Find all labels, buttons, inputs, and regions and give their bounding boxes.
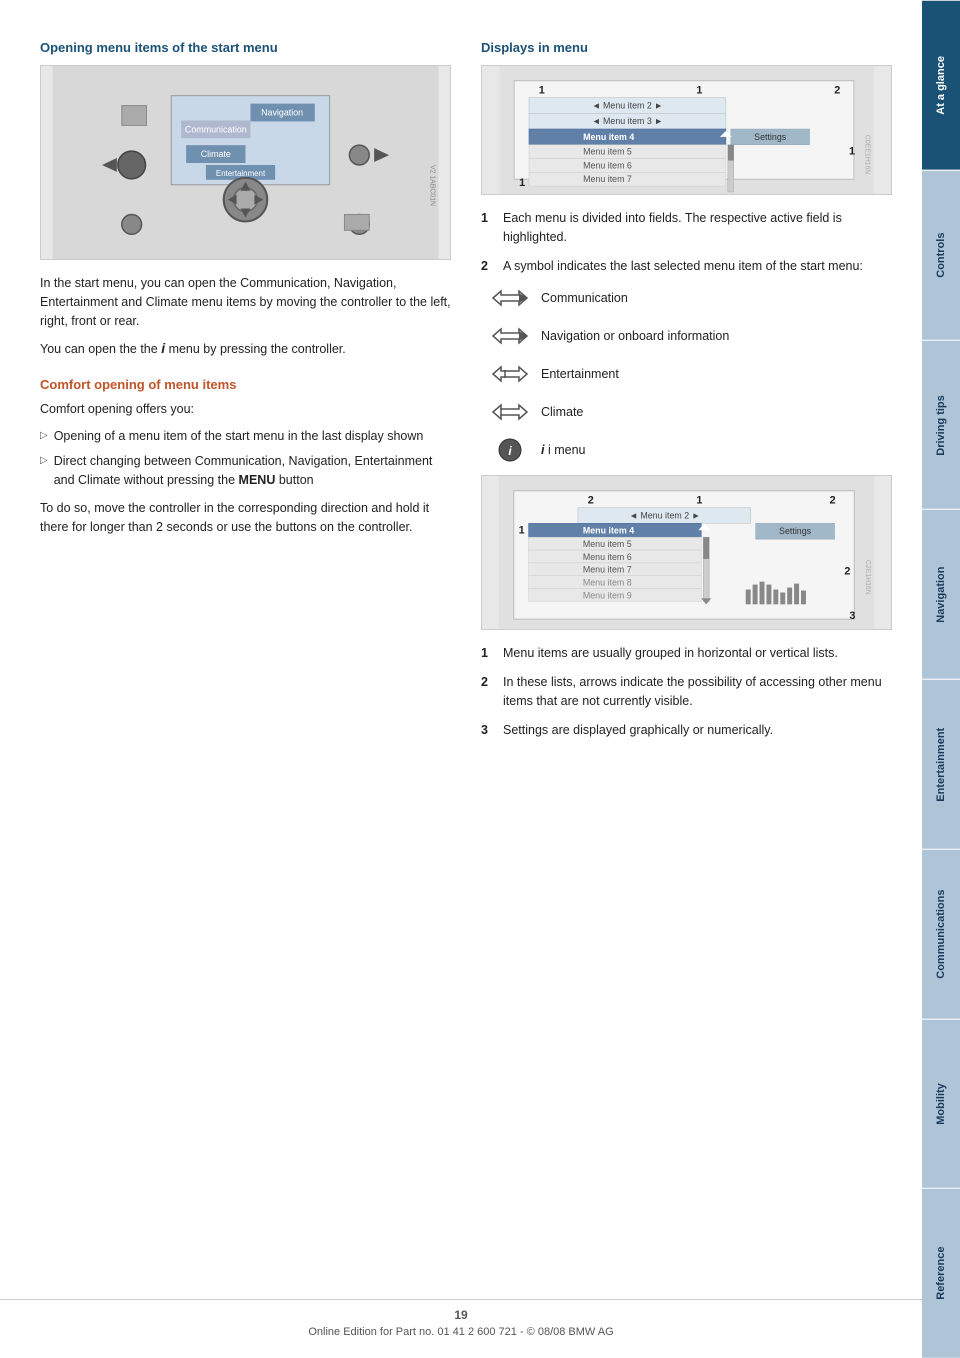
- svg-text:C2E1H16N: C2E1H16N: [864, 560, 871, 595]
- entertainment-icon: [491, 361, 529, 387]
- left-column: Opening menu items of the start menu Com…: [40, 40, 451, 749]
- copyright-text: Online Edition for Part no. 01 41 2 600 …: [308, 1326, 613, 1338]
- svg-text:1: 1: [696, 85, 702, 97]
- climate-icon: [491, 399, 529, 425]
- numbered-item-4: 2 In these lists, arrows indicate the po…: [481, 673, 892, 711]
- sidebar-tab-mobility[interactable]: Mobility: [922, 1019, 960, 1189]
- imenu-icon: i: [491, 437, 529, 463]
- footer: 19 Online Edition for Part no. 01 41 2 6…: [0, 1299, 922, 1338]
- right-column: Displays in menu 1 1 2 ◄ Menu item 2 ►: [481, 40, 892, 749]
- menu-display-diagram-2: 2 1 2 ◄ Menu item 2 ► Settings Menu item…: [481, 475, 892, 630]
- numbered-item-2: 2 A symbol indicates the last selected m…: [481, 257, 892, 276]
- svg-text:Menu item 6: Menu item 6: [583, 160, 632, 170]
- numbered-item-3: 1 Menu items are usually grouped in hori…: [481, 644, 892, 663]
- sidebar-tab-driving-tips[interactable]: Driving tips: [922, 340, 960, 510]
- svg-text:◄ Menu item 3 ►: ◄ Menu item 3 ►: [592, 116, 663, 126]
- bullet-item-2: ▷ Direct changing between Communication,…: [40, 452, 451, 490]
- two-column-layout: Opening menu items of the start menu Com…: [40, 40, 892, 749]
- symbol-item-imenu: i i i menu: [491, 437, 892, 463]
- page-number: 19: [0, 1308, 922, 1322]
- sidebar-tab-communications[interactable]: Communications: [922, 849, 960, 1019]
- main-content: Opening menu items of the start menu Com…: [0, 0, 922, 1358]
- svg-text:Settings: Settings: [754, 132, 787, 142]
- svg-text:◄ Menu item 2 ►: ◄ Menu item 2 ►: [629, 511, 700, 521]
- symbol-item-climate: Climate: [491, 399, 892, 425]
- sidebar-tab-entertainment[interactable]: Entertainment: [922, 679, 960, 849]
- svg-text:1: 1: [519, 525, 525, 537]
- sidebar-tab-reference[interactable]: Reference: [922, 1188, 960, 1358]
- body-text-3: To do so, move the controller in the cor…: [40, 499, 451, 537]
- symbol-item-navigation: Navigation or onboard information: [491, 323, 892, 349]
- menu-display-svg-2: 2 1 2 ◄ Menu item 2 ► Settings Menu item…: [482, 476, 891, 629]
- svg-text:Menu item 5: Menu item 5: [583, 539, 632, 549]
- svg-text:Navigation: Navigation: [261, 107, 303, 117]
- menu-display-diagram-1: 1 1 2 ◄ Menu item 2 ► ◄ Menu item 3 ► Me…: [481, 65, 892, 195]
- navigation-icon: [491, 323, 529, 349]
- svg-text:2: 2: [830, 495, 836, 507]
- symbol-list: Communication Navigation or onboard info…: [491, 285, 892, 463]
- displays-in-menu-heading: Displays in menu: [481, 40, 892, 55]
- bullet-arrow-2: ▷: [40, 453, 48, 468]
- svg-text:1: 1: [539, 85, 545, 97]
- svg-text:V2 1ABC01N: V2 1ABC01N: [429, 165, 436, 206]
- communication-icon: [491, 285, 529, 311]
- bullet-arrow-1: ▷: [40, 428, 48, 443]
- svg-text:◄ Menu item 2 ►: ◄ Menu item 2 ►: [592, 100, 663, 110]
- svg-text:Menu item 6: Menu item 6: [583, 552, 632, 562]
- svg-text:Menu item 4: Menu item 4: [583, 526, 634, 536]
- comfort-intro: Comfort opening offers you:: [40, 400, 451, 419]
- numbered-item-5: 3 Settings are displayed graphically or …: [481, 721, 892, 740]
- sidebar-tab-navigation[interactable]: Navigation: [922, 509, 960, 679]
- start-menu-svg: Communication Navigation Climate Enterta…: [41, 66, 450, 259]
- start-menu-diagram: Communication Navigation Climate Enterta…: [40, 65, 451, 260]
- symbol-item-entertainment: Entertainment: [491, 361, 892, 387]
- svg-text:Menu item 5: Menu item 5: [583, 147, 632, 157]
- bullet-list: ▷ Opening of a menu item of the start me…: [40, 427, 451, 489]
- svg-text:Communication: Communication: [185, 124, 247, 134]
- svg-text:2: 2: [844, 566, 850, 578]
- svg-text:Menu item 9: Menu item 9: [583, 591, 632, 601]
- symbol-item-communication: Communication: [491, 285, 892, 311]
- svg-text:Entertainment: Entertainment: [216, 169, 266, 178]
- svg-text:3: 3: [849, 610, 855, 622]
- section2-heading: Comfort opening of menu items: [40, 377, 451, 392]
- bullet-item-1: ▷ Opening of a menu item of the start me…: [40, 427, 451, 446]
- menu-display-svg-1: 1 1 2 ◄ Menu item 2 ► ◄ Menu item 3 ► Me…: [482, 66, 891, 194]
- svg-text:1: 1: [849, 146, 855, 158]
- body-text-2: You can open the the i menu by pressing …: [40, 338, 451, 359]
- sidebar-tab-controls[interactable]: Controls: [922, 170, 960, 340]
- svg-text:Menu item 8: Menu item 8: [583, 578, 632, 588]
- svg-text:Settings: Settings: [779, 526, 812, 536]
- numbered-item-1: 1 Each menu is divided into fields. The …: [481, 209, 892, 247]
- body-text-1: In the start menu, you can open the Comm…: [40, 274, 451, 330]
- svg-text:2: 2: [834, 85, 840, 97]
- sidebar-tab-at-a-glance[interactable]: At a glance: [922, 0, 960, 170]
- svg-text:Menu item 7: Menu item 7: [583, 565, 632, 575]
- svg-text:1: 1: [696, 495, 702, 507]
- section1-heading: Opening menu items of the start menu: [40, 40, 451, 55]
- svg-text:Menu item 4: Menu item 4: [583, 132, 634, 142]
- svg-text:Menu item 7: Menu item 7: [583, 174, 632, 184]
- svg-text:2: 2: [588, 495, 594, 507]
- svg-text:Climate: Climate: [201, 149, 231, 159]
- svg-text:1: 1: [519, 177, 525, 189]
- sidebar: At a glance Controls Driving tips Naviga…: [922, 0, 960, 1358]
- svg-text:C0EE1H16N: C0EE1H16N: [864, 135, 871, 174]
